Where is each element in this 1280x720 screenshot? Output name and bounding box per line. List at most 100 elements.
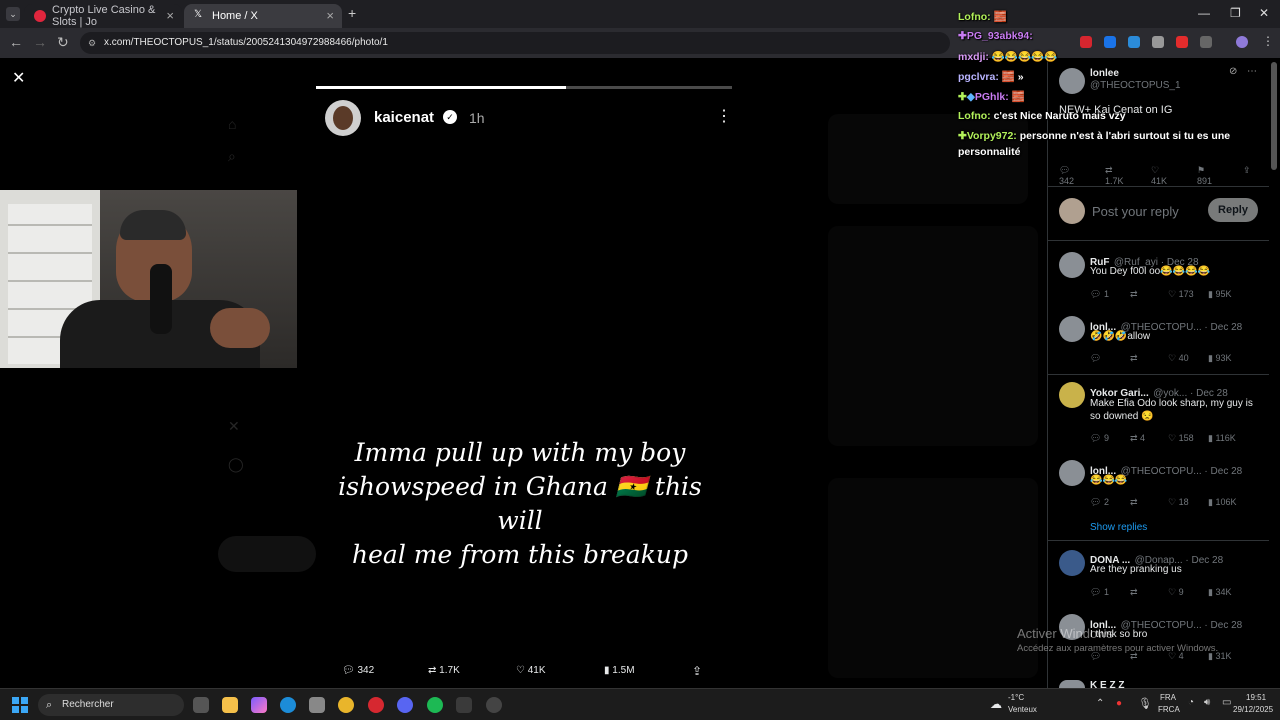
copilot-icon[interactable] (251, 697, 267, 713)
repost-icon[interactable]: ⇄ (1130, 353, 1138, 364)
heart-icon[interactable]: ♡ 40 (1168, 353, 1189, 364)
clock-time[interactable]: 19:51 (1246, 693, 1266, 702)
author-name[interactable]: lonlee (1090, 68, 1119, 79)
heart-icon[interactable]: ♡ 9 (1168, 587, 1184, 598)
views-icon[interactable]: ▮ 34K (1208, 587, 1231, 598)
scrollbar-thumb[interactable] (1271, 62, 1277, 170)
heart-icon[interactable]: ♡ 173 (1168, 289, 1194, 300)
spotify-icon[interactable] (427, 697, 443, 713)
reply-avatar[interactable] (1059, 316, 1085, 342)
views-icon[interactable]: ▮ 116K (1208, 433, 1236, 444)
discord-icon[interactable] (397, 697, 413, 713)
reply-input[interactable]: Post your reply (1092, 204, 1179, 219)
obs-icon[interactable] (486, 697, 502, 713)
reply-avatar[interactable] (1059, 382, 1085, 408)
battery-icon[interactable]: ▭ (1222, 697, 1231, 708)
comment-icon[interactable]: 💬︎ 9 (1090, 433, 1109, 444)
close-tab-icon[interactable]: × (326, 8, 334, 23)
tab-casino[interactable]: Crypto Live Casino & Slots | Jo × (24, 4, 182, 28)
forward-icon[interactable]: → (33, 34, 47, 50)
chrome-icon[interactable] (338, 697, 354, 713)
post-reposts[interactable]: ⇄ 1.7K (1105, 165, 1124, 186)
story-viewer[interactable] (316, 78, 732, 688)
reply-action[interactable]: 💬︎ 342 (342, 665, 374, 676)
views-icon[interactable]: ▮ 93K (1208, 353, 1231, 364)
maximize-icon[interactable]: ❐ (1230, 6, 1241, 20)
microphone-icon[interactable]: 🎙︎ (1138, 697, 1152, 710)
repost-icon[interactable]: ⇄ (1130, 289, 1138, 300)
back-icon[interactable]: ← (9, 34, 23, 50)
taskbar-search[interactable]: ⌕ Rechercher (38, 694, 184, 716)
repost-icon[interactable]: ⇄ 4 (1130, 433, 1145, 444)
views-action[interactable]: ▮ 1.5M (604, 665, 635, 676)
close-tab-icon[interactable]: × (166, 8, 174, 23)
extension-icon[interactable] (1128, 36, 1140, 48)
tray-chevron-icon[interactable]: ⌃ (1096, 698, 1104, 709)
author-handle[interactable]: @THEOCTOPUS_1 (1090, 80, 1181, 91)
more-icon[interactable]: ⋯ (1247, 66, 1257, 77)
views-icon[interactable]: ▮ 106K (1208, 497, 1236, 508)
tab-list-icon[interactable]: ⌄ (6, 7, 20, 21)
language-code[interactable]: FRA (1160, 693, 1176, 702)
author-avatar[interactable] (1059, 68, 1085, 94)
volume-icon[interactable]: 🔊︎ (1204, 697, 1210, 708)
app-icon[interactable] (456, 697, 472, 713)
close-media-icon[interactable]: ✕ (12, 68, 25, 88)
extension-icon[interactable] (1104, 36, 1116, 48)
reply-avatar[interactable] (1059, 460, 1085, 486)
file-explorer-icon[interactable] (222, 697, 238, 713)
story-username[interactable]: kaicenat (374, 109, 434, 126)
new-tab-icon[interactable]: + (348, 5, 356, 21)
tray-app-icon[interactable]: ● (1116, 698, 1122, 709)
extension-icon[interactable] (1152, 36, 1164, 48)
share-icon[interactable]: ⇪ (692, 664, 702, 678)
heart-icon[interactable]: ♡ 158 (1168, 433, 1194, 444)
close-window-icon[interactable]: ✕ (1259, 6, 1269, 20)
wifi-icon[interactable]: ◔ (1188, 697, 1194, 708)
like-action[interactable]: ♡ 41K (516, 665, 546, 676)
minimize-icon[interactable]: — (1198, 6, 1210, 20)
reload-icon[interactable]: ↻ (57, 34, 69, 51)
url-field[interactable]: ⚙ x.com/THEOCTOPUS_1/status/200524130497… (80, 32, 950, 54)
extension-icon[interactable] (1176, 36, 1188, 48)
grok-icon[interactable]: ⊘ (1229, 66, 1237, 77)
post-bookmarks[interactable]: ⚑ 891 (1197, 165, 1212, 186)
comment-icon[interactable]: 💬︎ 1 (1090, 289, 1109, 300)
streamer-webcam (0, 190, 297, 368)
edge-icon[interactable] (280, 697, 296, 713)
views-icon[interactable]: ▮ 95K (1208, 289, 1231, 300)
sub-badge-icon: ✚ (958, 91, 967, 103)
task-view-icon[interactable] (193, 697, 209, 713)
post-likes[interactable]: ♡ 41K (1151, 165, 1167, 186)
reply-avatar[interactable] (1059, 680, 1085, 688)
show-replies-link[interactable]: Show replies (1090, 522, 1147, 533)
store-icon[interactable] (309, 697, 325, 713)
keyboard-layout[interactable]: FRCA (1158, 705, 1180, 714)
heart-icon[interactable]: ♡ 18 (1168, 497, 1189, 508)
profile-avatar-icon[interactable] (1236, 36, 1248, 48)
comment-icon[interactable]: 💬︎ 2 (1090, 497, 1109, 508)
post-replies[interactable]: 💬︎ 342 (1059, 165, 1074, 186)
story-avatar[interactable] (325, 100, 361, 136)
repost-icon[interactable]: ⇄ (1130, 587, 1138, 598)
repost-action[interactable]: ⇄ 1.7K (428, 665, 460, 676)
comment-icon[interactable]: 💬︎ (1090, 353, 1101, 364)
windows-start-icon[interactable] (12, 697, 28, 713)
repost-icon[interactable]: ⇄ (1130, 497, 1138, 508)
site-info-icon[interactable]: ⚙ (88, 32, 96, 54)
reply-button[interactable]: Reply (1208, 198, 1258, 222)
extensions-puzzle-icon[interactable] (1200, 36, 1212, 48)
comment-icon[interactable]: 💬︎ 1 (1090, 587, 1109, 598)
extension-icon[interactable] (1080, 36, 1092, 48)
opera-icon[interactable] (368, 697, 384, 713)
share-icon[interactable]: ⇪ (1243, 165, 1251, 176)
reply-avatar[interactable] (1059, 550, 1085, 576)
story-more-icon[interactable]: ⋮ (716, 106, 732, 126)
reply-author-handle[interactable]: @THEOCTOPU... · Dec 28 (1121, 466, 1243, 477)
tab-home-x[interactable]: 𝕏 Home / X × (184, 4, 342, 28)
weather-icon[interactable]: ☁ (990, 697, 1002, 711)
clock-date[interactable]: 29/12/2025 (1233, 705, 1273, 714)
post-reposts-count: 1.7K (1105, 176, 1124, 186)
browser-menu-icon[interactable]: ⋮ (1262, 34, 1274, 48)
reply-avatar[interactable] (1059, 252, 1085, 278)
